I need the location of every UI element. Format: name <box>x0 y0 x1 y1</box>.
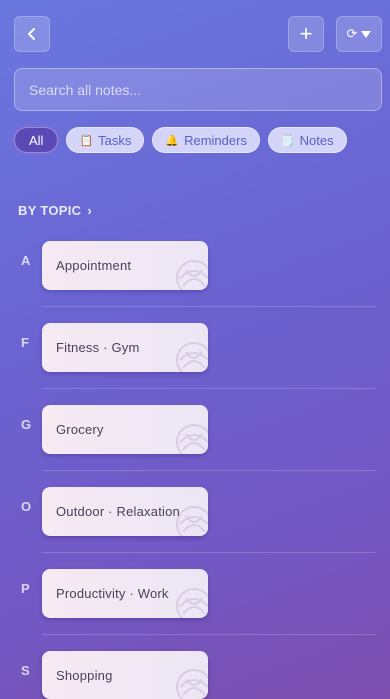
notepad-icon: 🗒️ <box>280 134 295 147</box>
topic-card-outdoor-relaxation[interactable]: Outdoor · Relaxation <box>42 487 208 536</box>
chevron-left-icon <box>28 28 35 40</box>
topic-card-productivity-work[interactable]: Productivity · Work <box>42 569 208 618</box>
filter-chip-reminders[interactable]: 🔔 Reminders <box>152 127 260 153</box>
chevron-right-icon: › <box>87 203 92 218</box>
group-divider <box>42 634 376 635</box>
topic-group-a: A Appointment <box>0 241 390 323</box>
group-letter: P <box>21 581 30 596</box>
plus-icon: + <box>299 21 313 46</box>
topic-card-appointment[interactable]: Appointment <box>42 241 208 290</box>
topic-group-g: G Grocery <box>0 405 390 487</box>
sync-icon: ⟳ <box>346 26 358 41</box>
section-header-by-topic[interactable]: BY TOPIC › <box>18 203 92 218</box>
clipboard-icon: 📋 <box>79 134 94 147</box>
topic-card-fitness-gym[interactable]: Fitness · Gym <box>42 323 208 372</box>
group-divider <box>42 388 376 389</box>
group-divider <box>42 306 376 307</box>
group-letter: S <box>21 663 30 678</box>
filter-chip-all[interactable]: All <box>14 127 59 153</box>
filter-chip-notes[interactable]: 🗒️ Notes <box>267 127 347 153</box>
topic-card-grocery[interactable]: Grocery <box>42 405 208 454</box>
group-divider <box>42 552 376 553</box>
top-bar: + ⟳ <box>0 0 390 68</box>
topic-label: Appointment <box>56 258 132 273</box>
add-note-button[interactable]: + <box>288 16 324 52</box>
bell-icon: 🔔 <box>165 134 180 147</box>
filter-chip-label: Reminders <box>184 132 247 148</box>
section-title: BY TOPIC <box>18 203 82 218</box>
swirl-icon <box>176 260 208 290</box>
filter-chip-label: Tasks <box>98 132 132 148</box>
swirl-icon <box>176 342 208 372</box>
group-divider <box>42 470 376 471</box>
topic-label: Shopping <box>56 667 113 683</box>
topic-label: Fitness · Gym <box>56 340 140 355</box>
search-input[interactable] <box>14 68 382 111</box>
topic-group-f: F Fitness · Gym <box>0 323 390 405</box>
sort-dropdown-button[interactable]: ⟳ <box>336 16 382 52</box>
caret-down-icon <box>361 30 372 38</box>
swirl-icon <box>176 588 208 618</box>
group-letter: F <box>21 335 29 350</box>
filter-chip-label: All <box>29 132 44 148</box>
swirl-icon <box>176 669 208 699</box>
swirl-icon <box>176 506 208 536</box>
topic-label: Productivity · Work <box>56 586 169 601</box>
topic-card-shopping[interactable]: Shopping <box>42 651 208 699</box>
topic-label: Outdoor · Relaxation <box>56 504 180 519</box>
group-letter: G <box>21 417 32 432</box>
topic-group-s: S Shopping <box>0 651 390 699</box>
topic-group-o: O Outdoor · Relaxation <box>0 487 390 569</box>
topic-label: Grocery <box>56 422 104 437</box>
filter-chips: All 📋 Tasks 🔔 Reminders 🗒️ Notes <box>14 127 347 155</box>
swirl-icon <box>176 424 208 454</box>
back-button[interactable] <box>14 16 50 52</box>
filter-chip-label: Notes <box>299 132 334 148</box>
group-letter: O <box>21 499 32 514</box>
topic-group-p: P Productivity · Work <box>0 569 390 651</box>
group-letter: A <box>21 253 31 268</box>
filter-chip-tasks[interactable]: 📋 Tasks <box>66 127 145 153</box>
